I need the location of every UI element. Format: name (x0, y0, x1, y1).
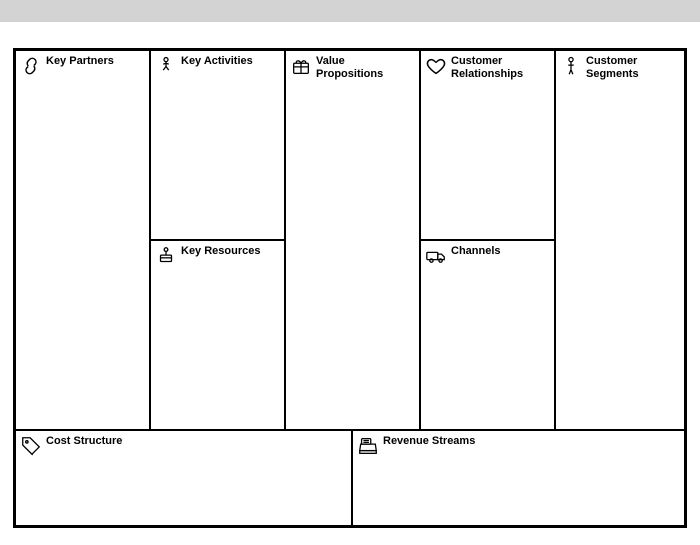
resources-icon (155, 245, 177, 267)
section-key-partners: Key Partners (15, 50, 150, 430)
truck-icon (425, 245, 447, 267)
section-title: Revenue Streams (383, 435, 475, 448)
gift-icon (290, 55, 312, 77)
section-revenue-streams: Revenue Streams (352, 430, 685, 526)
section-title: Customer Segments (586, 55, 680, 81)
heart-icon (425, 55, 447, 77)
section-key-activities: Key Activities (150, 50, 285, 240)
section-cost-structure: Cost Structure (15, 430, 352, 526)
section-title: Channels (451, 245, 501, 258)
top-gray-bar (0, 0, 700, 22)
cash-register-icon (357, 435, 379, 457)
tag-icon (20, 435, 42, 457)
person-icon (560, 55, 582, 77)
section-value-propositions: Value Propositions (285, 50, 420, 430)
section-customer-relationships: Customer Relationships (420, 50, 555, 240)
section-title: Key Partners (46, 55, 114, 68)
business-model-canvas: Key Partners Key Activities (13, 48, 687, 528)
section-customer-segments: Customer Segments (555, 50, 685, 430)
section-title: Cost Structure (46, 435, 122, 448)
link-icon (20, 55, 42, 77)
activity-icon (155, 55, 177, 77)
section-title: Value Propositions (316, 55, 415, 81)
section-channels: Channels (420, 240, 555, 430)
section-title: Key Activities (181, 55, 253, 68)
section-key-resources: Key Resources (150, 240, 285, 430)
section-title: Key Resources (181, 245, 261, 258)
section-title: Customer Relationships (451, 55, 550, 81)
